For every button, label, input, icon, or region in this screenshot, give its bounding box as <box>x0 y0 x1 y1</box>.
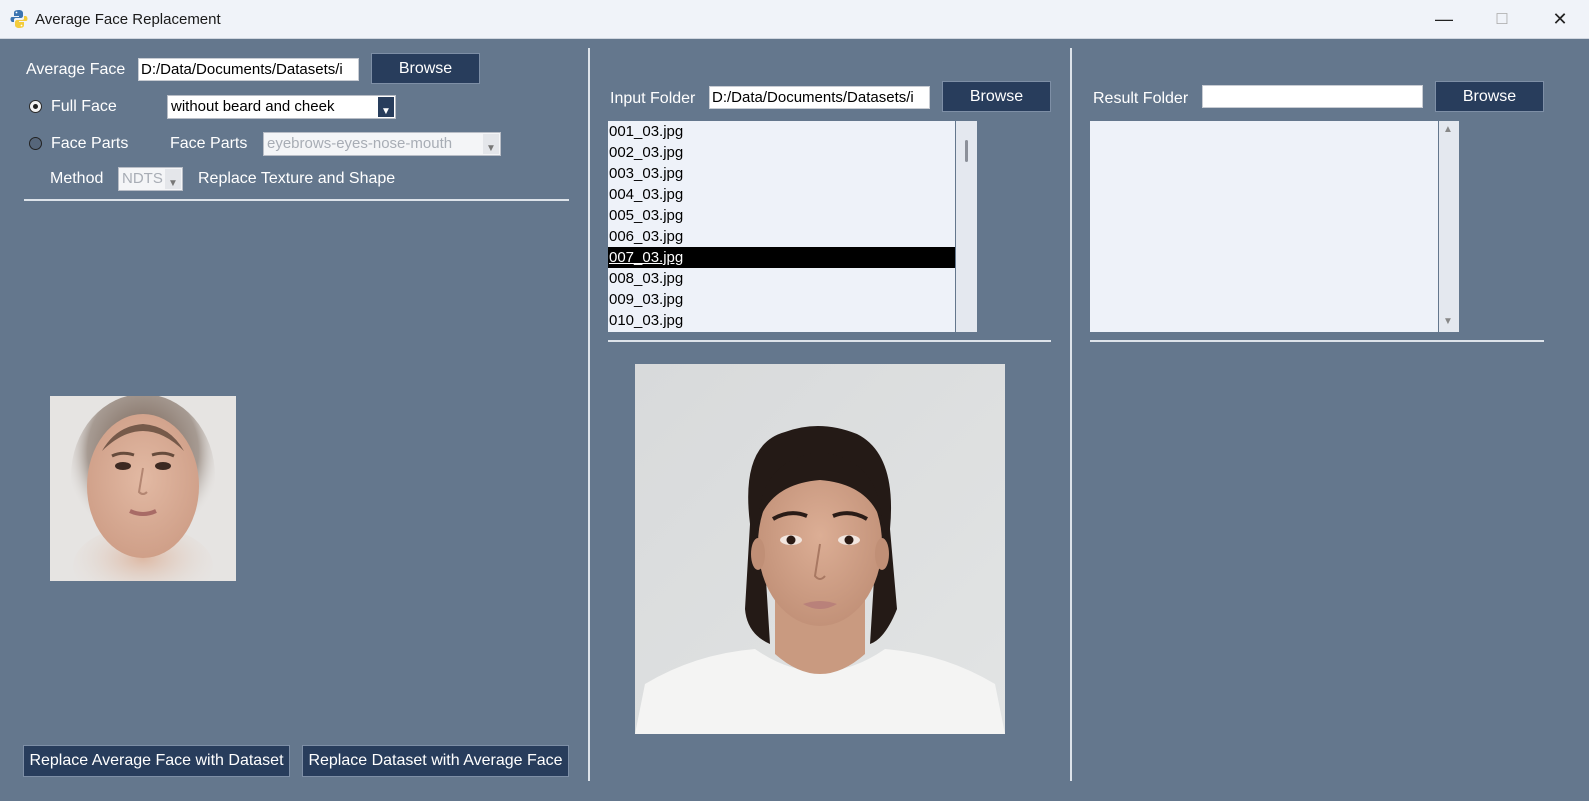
title-bar: Average Face Replacement — ☐ ✕ <box>0 0 1589 39</box>
average-face-browse-button[interactable]: Browse <box>371 53 480 84</box>
result-folder-path-input[interactable] <box>1202 85 1423 108</box>
close-button[interactable]: ✕ <box>1531 0 1589 38</box>
list-item[interactable]: 010_03.jpg <box>608 310 955 331</box>
list-item[interactable]: 007_03.jpg <box>608 247 955 268</box>
average-face-portrait <box>71 396 215 581</box>
minimize-icon: — <box>1435 8 1453 29</box>
list-item[interactable]: 005_03.jpg <box>608 205 955 226</box>
middle-right-separator <box>1070 48 1072 781</box>
input-folder-label: Input Folder <box>610 90 696 107</box>
replace-average-with-dataset-button[interactable]: Replace Average Face with Dataset <box>23 745 290 777</box>
python-app-icon <box>10 10 28 28</box>
right-panel-divider <box>1090 340 1544 342</box>
result-file-list-scrollbar[interactable]: ▲ ▼ <box>1439 121 1459 332</box>
scroll-up-icon[interactable]: ▲ <box>1443 124 1453 135</box>
result-file-list[interactable] <box>1090 121 1438 332</box>
face-parts-option-select[interactable]: eyebrows-eyes-nose-mouth ▼ <box>263 132 501 156</box>
full-face-radio[interactable] <box>29 100 42 113</box>
input-folder-browse-button[interactable]: Browse <box>942 81 1051 112</box>
chevron-down-icon: ▼ <box>165 169 181 189</box>
method-select[interactable]: NDTS ▼ <box>118 167 183 191</box>
chevron-down-icon: ▼ <box>483 134 499 154</box>
average-face-label: Average Face <box>26 61 126 78</box>
scrollbar-thumb[interactable] <box>965 140 968 162</box>
face-parts-radio-label: Face Parts <box>51 135 129 152</box>
face-parts-option-value: eyebrows-eyes-nose-mouth <box>267 135 453 152</box>
list-item[interactable]: 003_03.jpg <box>608 163 955 184</box>
replace-mode-label: Replace Texture and Shape <box>198 170 396 187</box>
average-face-image <box>50 396 236 581</box>
list-item[interactable]: 002_03.jpg <box>608 142 955 163</box>
method-value: NDTS <box>122 170 163 187</box>
input-folder-path-input[interactable]: D:/Data/Documents/Datasets/i <box>709 86 930 109</box>
replace-dataset-with-average-button[interactable]: Replace Dataset with Average Face <box>302 745 569 777</box>
list-item[interactable]: 004_03.jpg <box>608 184 955 205</box>
input-file-list-scrollbar[interactable] <box>956 121 977 332</box>
result-folder-label: Result Folder <box>1093 90 1189 107</box>
method-label: Method <box>50 170 104 187</box>
input-file-list[interactable]: 001_03.jpg 002_03.jpg 003_03.jpg 004_03.jpg… <box>608 121 955 332</box>
list-item[interactable]: 009_03.jpg <box>608 289 955 310</box>
window-title: Average Face Replacement <box>35 11 221 28</box>
left-middle-separator <box>588 48 590 781</box>
face-parts-label: Face Parts <box>170 135 248 152</box>
scroll-down-icon[interactable]: ▼ <box>1443 316 1453 327</box>
maximize-icon: ☐ <box>1495 11 1509 28</box>
face-parts-radio[interactable] <box>29 137 42 150</box>
full-face-label: Full Face <box>51 98 117 115</box>
list-item[interactable]: 008_03.jpg <box>608 268 955 289</box>
chevron-down-icon: ▼ <box>378 97 394 117</box>
average-face-path-input[interactable]: D:/Data/Documents/Datasets/i <box>138 58 359 81</box>
left-panel-divider <box>24 199 569 201</box>
full-face-option-select[interactable]: without beard and cheek ▼ <box>167 95 396 119</box>
list-item[interactable]: 001_03.jpg <box>608 121 955 142</box>
result-folder-browse-button[interactable]: Browse <box>1435 81 1544 112</box>
full-face-option-value: without beard and cheek <box>171 98 335 115</box>
list-item[interactable]: 006_03.jpg <box>608 226 955 247</box>
input-portrait <box>635 364 1005 734</box>
minimize-button[interactable]: — <box>1415 0 1473 38</box>
input-preview-image <box>635 364 1005 734</box>
middle-panel-divider <box>608 340 1051 342</box>
maximize-button[interactable]: ☐ <box>1473 0 1531 38</box>
close-icon: ✕ <box>1552 8 1568 29</box>
